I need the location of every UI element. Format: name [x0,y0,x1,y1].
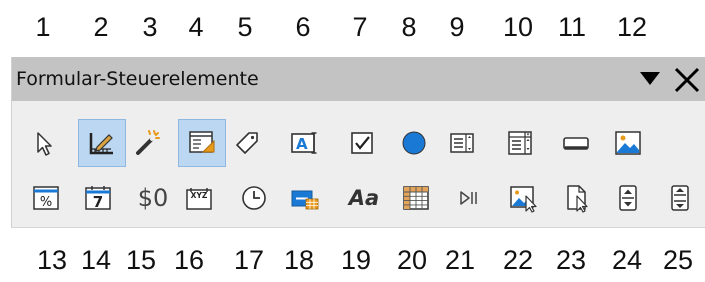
callout-number: 9 [449,12,465,42]
callout-number: 18 [283,245,315,275]
callout-number: 21 [444,245,476,275]
numeric-field-icon [291,190,319,210]
svg-text:%: % [40,195,52,210]
text-box-button[interactable]: A [285,123,325,163]
form-design-button[interactable] [178,119,226,167]
list-box-button[interactable] [442,123,482,163]
formatted-field-button[interactable]: % [26,178,66,218]
form-controls-toolbar: Formular-Steuerelemente A % 7 $0 XYZ Aa [11,57,705,228]
toolbar-titlebar: Formular-Steuerelemente [12,57,705,101]
file-selection-icon [567,185,588,213]
callout-number: 24 [611,245,643,275]
list-box-icon [450,133,474,153]
callout-number: 5 [237,12,253,42]
callout-number: 10 [502,12,534,42]
combo-box-button[interactable] [500,123,540,163]
svg-text:XYZ: XYZ [191,191,208,200]
spin-button-icon [619,185,637,211]
file-selection-button[interactable] [558,178,598,218]
callout-number: 19 [340,245,372,275]
table-control-button[interactable] [396,178,436,218]
currency-field-label: $0 [137,184,169,212]
image-control-button[interactable] [504,178,544,218]
control-wizards-button[interactable] [128,123,168,163]
callout-number: 25 [662,245,694,275]
formatting-button[interactable]: Aa [342,178,386,218]
svg-text:7: 7 [93,193,103,211]
label-control-button[interactable] [227,123,267,163]
navigation-bar-icon [460,191,477,205]
currency-field-button[interactable]: $0 [130,178,176,218]
callout-number: 2 [93,12,109,42]
time-field-button[interactable] [234,178,274,218]
design-mode-button[interactable] [78,119,126,167]
checkbox-icon [351,132,373,154]
navigation-bar-button[interactable] [448,178,488,218]
callout-number: 1 [35,12,51,42]
select-tool-button[interactable] [24,123,64,163]
callout-number: 12 [616,12,648,42]
combo-box-icon [508,131,532,155]
formatted-field-icon: % [33,186,59,210]
callout-number: 17 [233,245,265,275]
svg-text:A: A [296,135,308,153]
callout-number: 13 [36,245,68,275]
spin-button-button[interactable] [608,178,648,218]
image-button-button[interactable] [608,123,648,163]
pattern-field-icon: XYZ [186,188,212,210]
pattern-field-button[interactable]: XYZ [179,178,219,218]
option-button-button[interactable] [394,123,434,163]
push-button-button[interactable] [556,123,596,163]
radio-button-icon [402,131,426,155]
table-grid-icon [403,186,429,210]
form-design-icon [189,131,215,153]
magic-wand-icon [136,130,160,155]
callout-number: 11 [557,12,587,42]
image-icon [615,131,641,155]
callout-number: 23 [555,245,587,275]
push-button-icon [563,137,589,150]
date-field-button[interactable]: 7 [78,178,118,218]
close-icon[interactable] [672,65,702,95]
calendar-icon: 7 [85,186,111,211]
callout-number: 4 [188,12,204,42]
callout-number: 22 [502,245,534,275]
scrollbar-control-button[interactable] [660,178,700,218]
callout-number: 6 [295,12,311,42]
tag-icon [236,132,258,154]
callout-number: 20 [396,245,428,275]
callout-number: 16 [173,245,205,275]
callout-number: 8 [401,12,417,42]
pointer-arrow-icon [37,132,52,156]
scrollbar-icon [671,185,689,211]
toolbar-menu-arrow-icon[interactable] [640,72,660,85]
callout-number: 14 [80,245,112,275]
toolbar-title: Formular-Steuerelemente [16,68,259,90]
callout-number: 15 [125,245,157,275]
numeric-field-button[interactable] [285,178,325,218]
callout-number: 3 [142,12,158,42]
design-mode-icon [89,133,113,155]
clock-icon [242,186,266,210]
text-box-icon: A [291,132,317,154]
checkbox-control-button[interactable] [342,123,382,163]
callout-number: 7 [352,12,368,42]
formatting-label: Aa [348,186,380,210]
image-control-icon [510,186,537,213]
